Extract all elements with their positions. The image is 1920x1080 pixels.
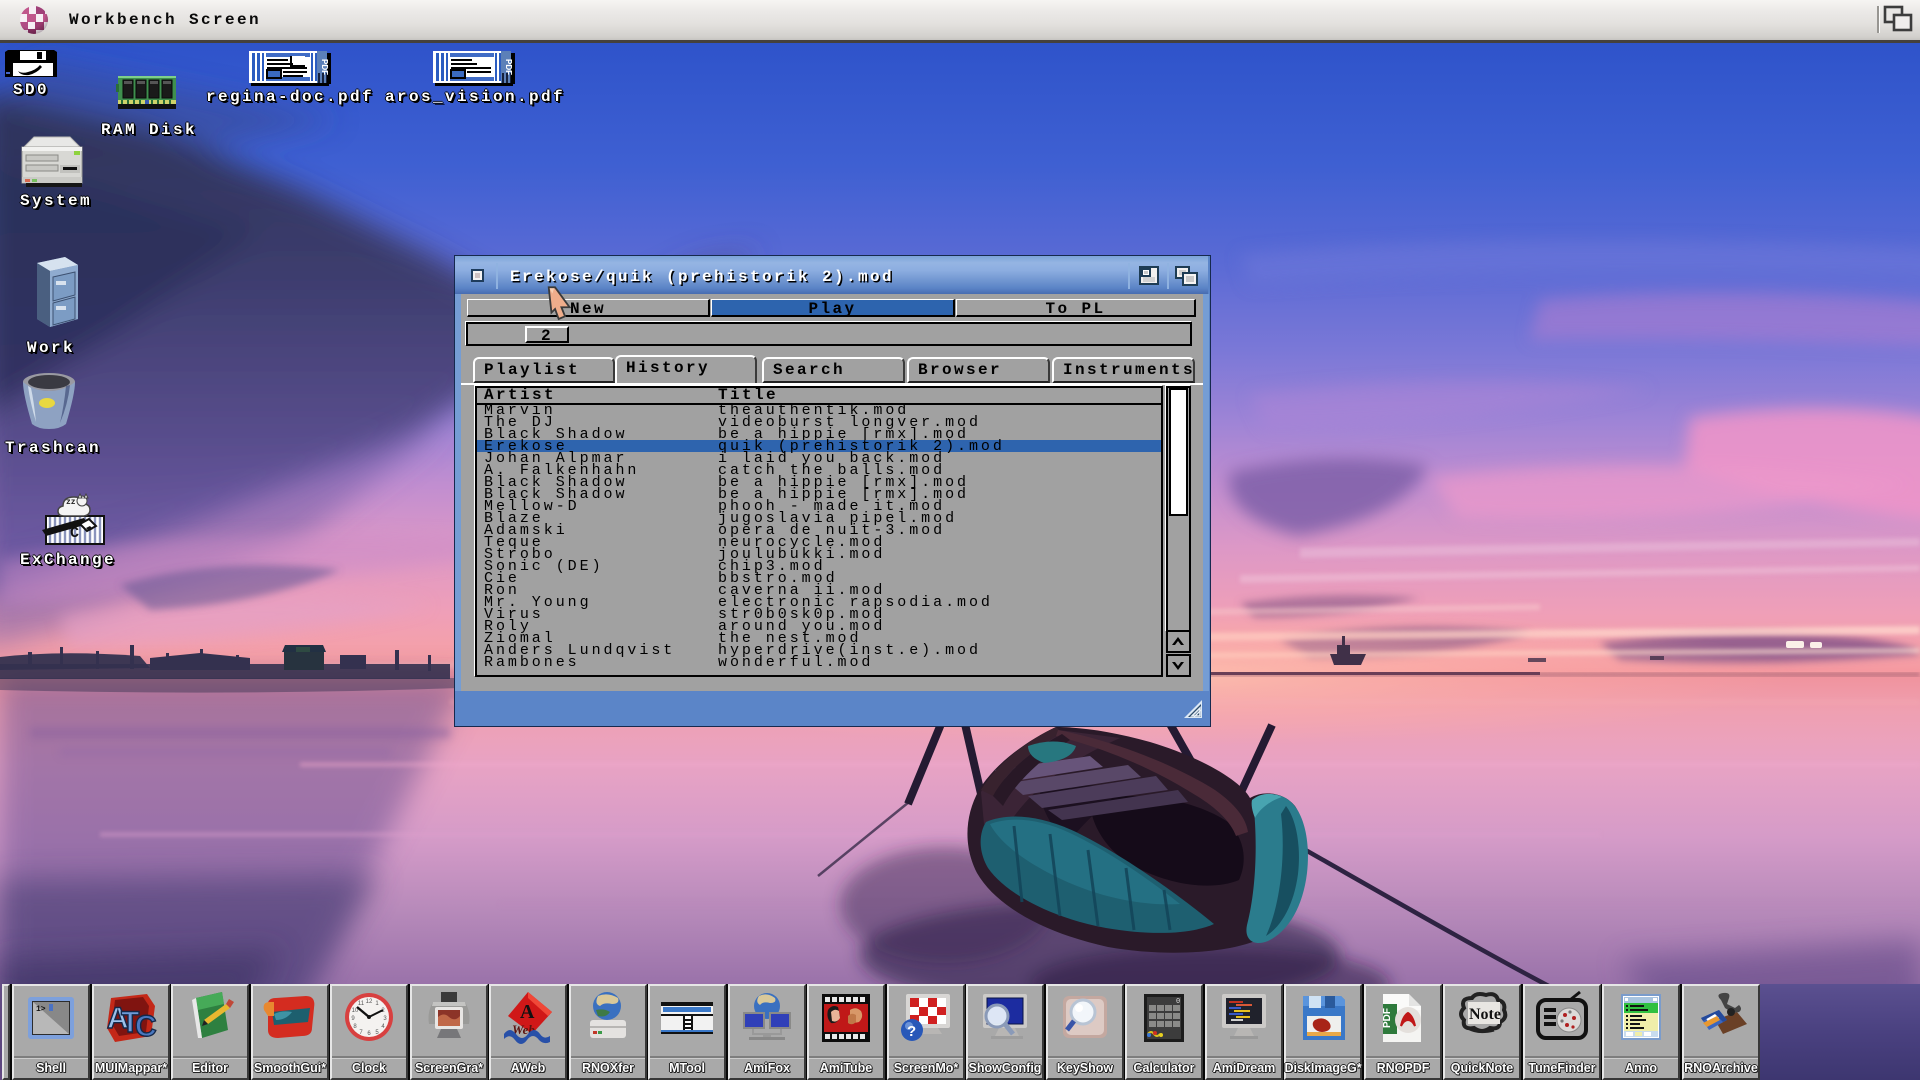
svg-text:C: C [135, 1010, 157, 1043]
svg-text:1>: 1> [36, 1005, 46, 1014]
svg-text:?: ? [907, 1023, 916, 1040]
svg-text:0: 0 [1176, 998, 1180, 1006]
svg-text:PDF: PDF [1382, 1008, 1393, 1028]
svg-text:zz: zz [66, 498, 76, 507]
svg-text:12: 12 [366, 999, 373, 1005]
svg-text:A: A [520, 1001, 535, 1023]
svg-text:Note: Note [1469, 1006, 1501, 1023]
svg-text:11: 11 [358, 1001, 365, 1007]
svg-text:PDF: PDF [320, 59, 329, 75]
svg-text:PDF: PDF [504, 59, 513, 75]
svg-text:C: C [70, 525, 79, 542]
